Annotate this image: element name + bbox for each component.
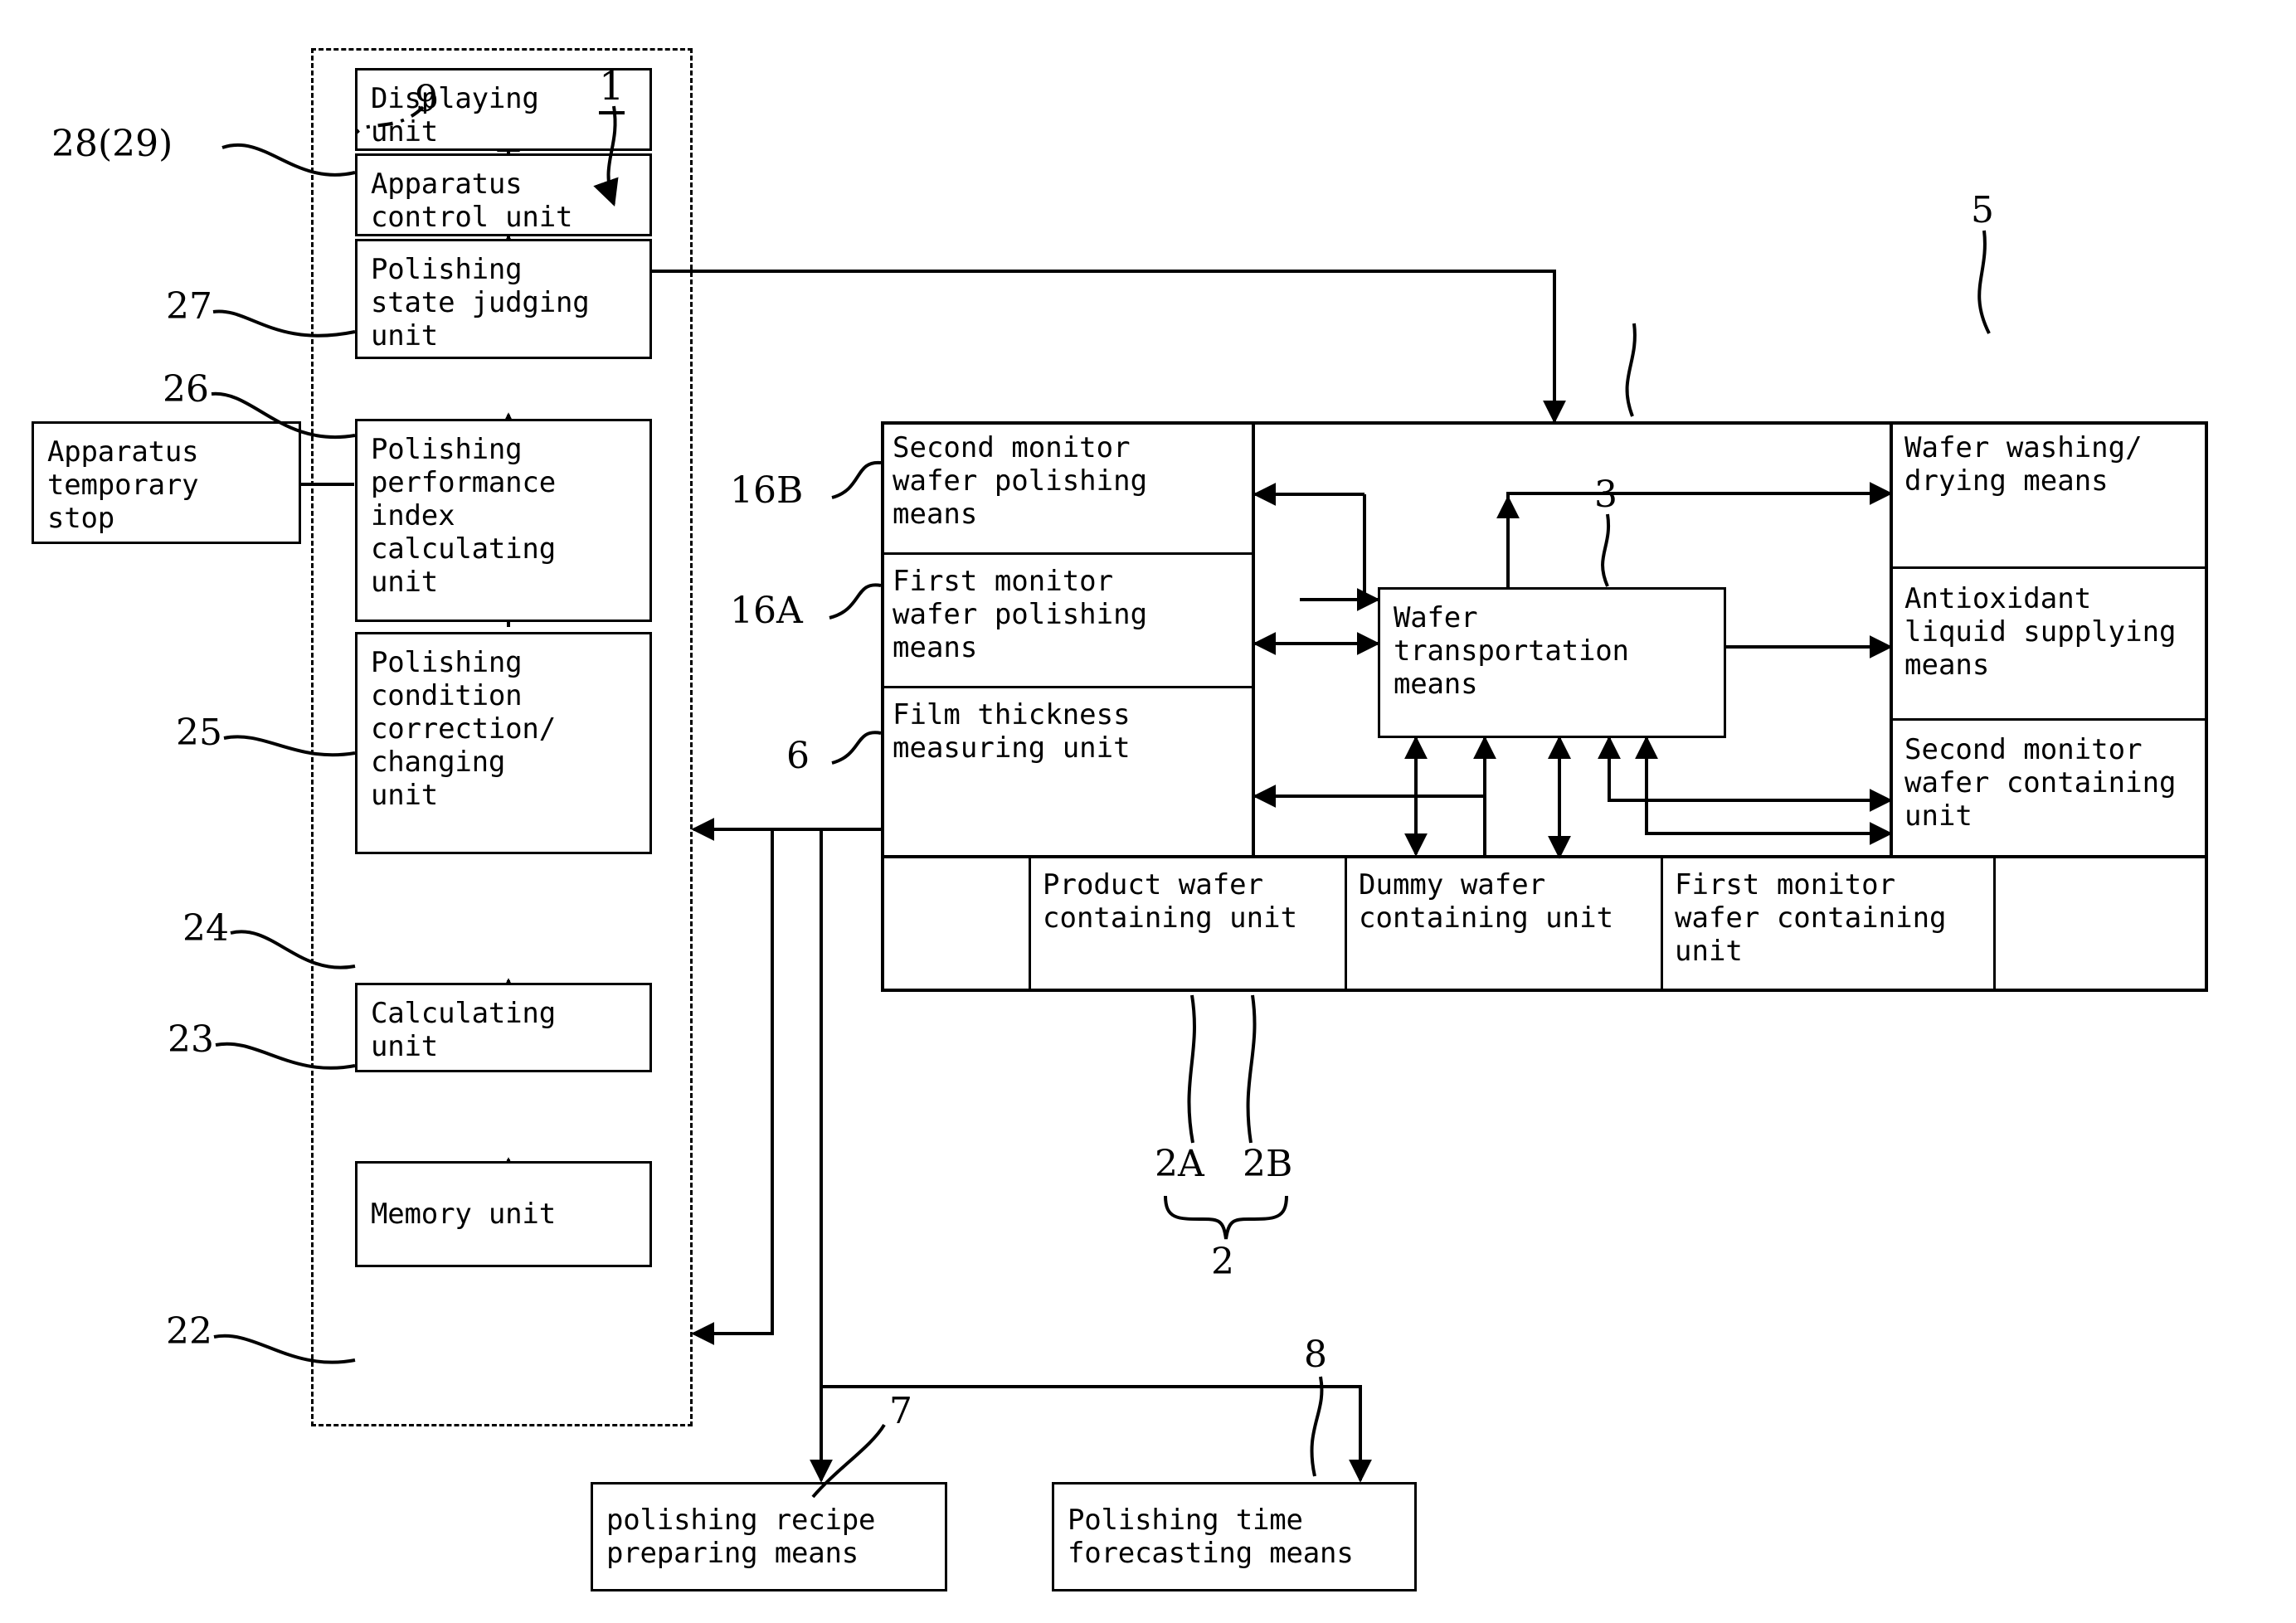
cell-label: First monitor wafer polishing means [893, 565, 1148, 665]
block-label: Polishing condition correction/ changing… [371, 646, 556, 813]
ref-27: 27 [166, 285, 212, 328]
apparatus-cell-film-thickness-measuring[interactable]: Film thickness measuring unit [881, 688, 1255, 796]
ref-6: 6 [786, 735, 810, 777]
block-polishing-performance-index-calculating-unit[interactable]: Polishing performance index calculating … [355, 419, 652, 622]
block-label: Polishing performance index calculating … [371, 433, 556, 600]
ref-5: 5 [1971, 189, 1994, 231]
block-apparatus-temporary-stop[interactable]: Apparatus temporary stop [32, 421, 301, 544]
apparatus-cell-wafer-washing-drying[interactable]: Wafer washing/ drying means [1893, 421, 2208, 550]
block-label: Polishing state judging unit [371, 253, 590, 353]
block-label: Calculating unit [371, 997, 556, 1064]
apparatus-cell-second-monitor-polishing[interactable]: Second monitor wafer polishing means [881, 421, 1255, 554]
block-apparatus-control-unit[interactable]: Apparatus control unit [355, 153, 652, 236]
figure-canvas: Displaying unit Apparatus control unit P… [0, 0, 2296, 1623]
block-label: polishing recipe preparing means [606, 1503, 876, 1570]
ref-2: 2 [1211, 1241, 1234, 1283]
ref-23: 23 [168, 1018, 214, 1061]
ref-9: 9 [415, 78, 438, 120]
ref-28-29: 28(29) [51, 123, 173, 165]
apparatus-cell-empty-left [881, 858, 1030, 992]
block-label: Memory unit [371, 1197, 556, 1231]
block-polishing-condition-correction[interactable]: Polishing condition correction/ changing… [355, 632, 652, 854]
block-label: Apparatus control unit [371, 168, 573, 235]
apparatus-cell-second-monitor-containing[interactable]: Second monitor wafer containing unit [1893, 723, 2208, 856]
ref-2B: 2B [1243, 1143, 1293, 1185]
cell-label: Film thickness measuring unit [893, 698, 1131, 765]
cell-label: First monitor wafer containing unit [1675, 868, 1947, 969]
block-label: Apparatus temporary stop [47, 435, 199, 536]
ref-3: 3 [1594, 474, 1617, 516]
ref-25: 25 [176, 712, 222, 754]
cell-label: Dummy wafer containing unit [1359, 868, 1614, 935]
apparatus-cell-empty-right [1996, 858, 2208, 992]
ref-26: 26 [163, 368, 209, 411]
block-polishing-state-judging-unit[interactable]: Polishing state judging unit [355, 239, 652, 359]
block-wafer-transportation-means[interactable]: Wafer transportation means [1378, 587, 1726, 738]
ref-7: 7 [889, 1390, 912, 1432]
ref-16A: 16A [730, 590, 803, 632]
block-label: Polishing time forecasting means [1068, 1503, 1354, 1570]
block-polishing-time-forecasting-means[interactable]: Polishing time forecasting means [1052, 1482, 1417, 1591]
apparatus-cell-product-wafer-containing[interactable]: Product wafer containing unit [1031, 858, 1346, 992]
apparatus-cell-antioxidant-liquid-supplying[interactable]: Antioxidant liquid supplying means [1893, 572, 2208, 705]
ref-22: 22 [166, 1310, 212, 1353]
cell-label: Antioxidant liquid supplying means [1904, 582, 2177, 683]
cell-label: Product wafer containing unit [1043, 868, 1298, 935]
cell-label: Second monitor wafer polishing means [893, 431, 1148, 532]
ref-2A: 2A [1155, 1143, 1204, 1185]
apparatus-divider-r2 [1893, 718, 2208, 721]
apparatus-divider-r1 [1893, 566, 2208, 569]
block-label: Wafer transportation means [1394, 601, 1629, 702]
apparatus-cell-first-monitor-containing[interactable]: First monitor wafer containing unit [1663, 858, 1995, 992]
block-label: Displaying unit [371, 82, 539, 149]
apparatus-cell-dummy-wafer-containing[interactable]: Dummy wafer containing unit [1347, 858, 1662, 992]
ref-24: 24 [182, 907, 229, 950]
ref-8: 8 [1304, 1334, 1327, 1376]
block-polishing-recipe-preparing-means[interactable]: polishing recipe preparing means [591, 1482, 947, 1591]
cell-label: Second monitor wafer containing unit [1904, 733, 2177, 833]
ref-16B: 16B [730, 469, 804, 512]
block-memory-unit[interactable]: Memory unit [355, 1161, 652, 1267]
block-calculating-unit[interactable]: Calculating unit [355, 983, 652, 1072]
ref-1: 1 [599, 66, 625, 114]
apparatus-cell-first-monitor-polishing[interactable]: First monitor wafer polishing means [881, 555, 1255, 688]
cell-label: Wafer washing/ drying means [1904, 431, 2143, 498]
